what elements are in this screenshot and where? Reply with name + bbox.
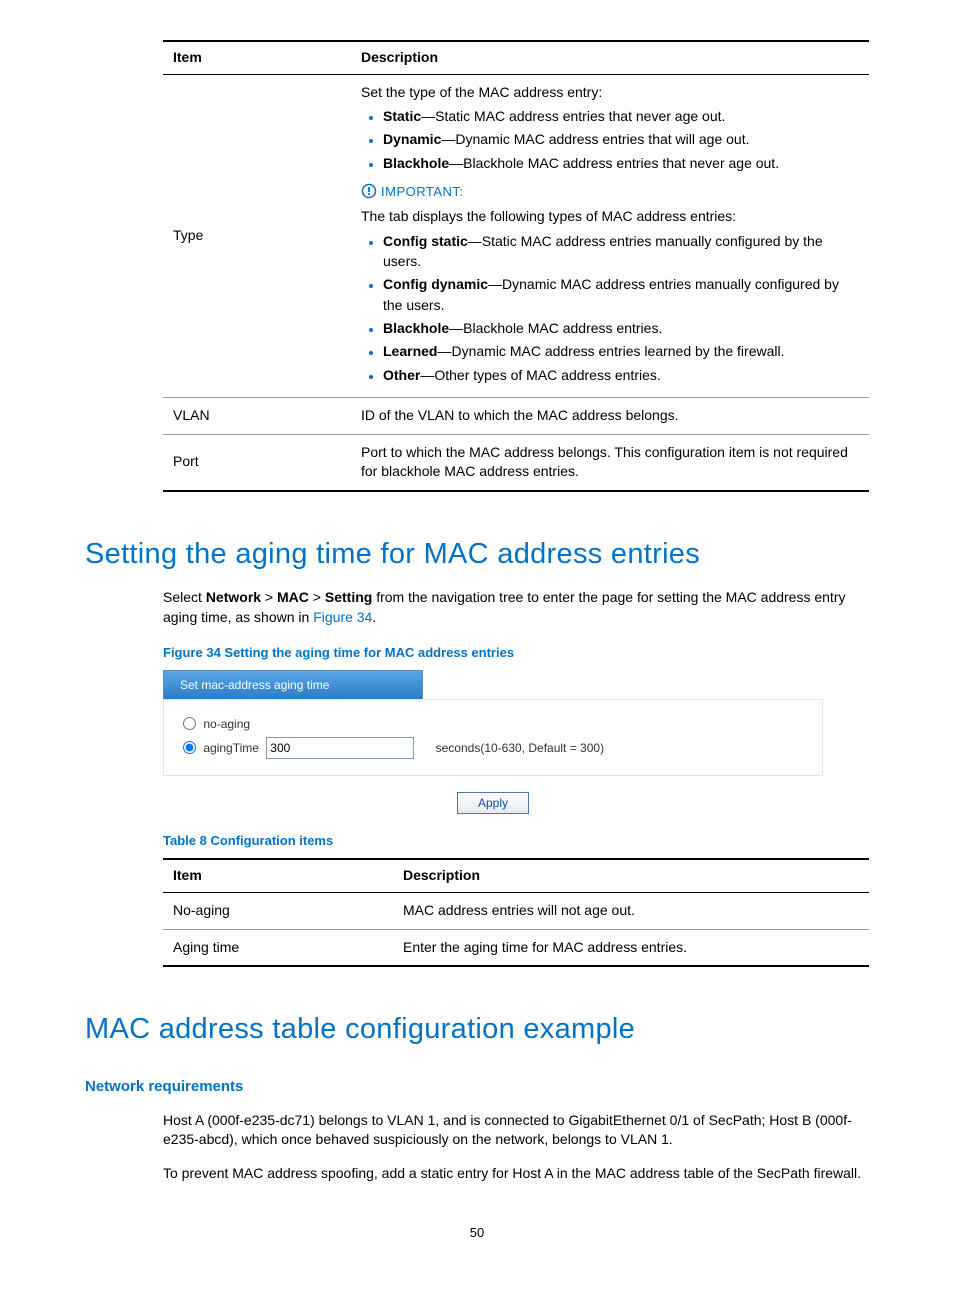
list-item: Blackhole—Blackhole MAC address entries. [383, 318, 859, 338]
aging-time-input[interactable] [266, 737, 414, 759]
table-caption: Table 8 Configuration items [163, 832, 869, 850]
list-item: Blackhole—Blackhole MAC address entries … [383, 153, 859, 173]
important-label: IMPORTANT: [381, 184, 464, 199]
radio-no-aging[interactable] [183, 717, 196, 730]
radio-no-aging-label: no-aging [203, 717, 250, 731]
apply-button[interactable]: Apply [457, 792, 529, 814]
table-row: Aging time Enter the aging time for MAC … [163, 929, 869, 966]
table-row-type: Type Set the type of the MAC address ent… [163, 74, 869, 397]
alert-icon [361, 184, 381, 199]
cell-vlan-item: VLAN [163, 397, 351, 434]
radio-aging-time-label: agingTime [203, 741, 259, 755]
page-number: 50 [85, 1224, 869, 1242]
table-row: No-aging MAC address entries will not ag… [163, 893, 869, 930]
list-item: Other—Other types of MAC address entries… [383, 365, 859, 385]
th-item: Item [163, 859, 393, 892]
figure-caption: Figure 34 Setting the aging time for MAC… [163, 644, 869, 662]
radio-aging-time[interactable] [183, 741, 196, 754]
figure-link[interactable]: Figure 34 [313, 609, 372, 625]
cell-port-desc: Port to which the MAC address belongs. T… [351, 434, 869, 491]
list-item: Static—Static MAC address entries that n… [383, 106, 859, 126]
type-list2: Config static—Static MAC address entries… [361, 231, 859, 385]
table-row-vlan: VLAN ID of the VLAN to which the MAC add… [163, 397, 869, 434]
aging-time-hint: seconds(10-630, Default = 300) [436, 741, 604, 755]
list-item: Config static—Static MAC address entries… [383, 231, 859, 272]
cell-port-item: Port [163, 434, 351, 491]
cell-type-item: Type [163, 74, 351, 397]
type-intro2: The tab displays the following types of … [361, 207, 859, 227]
cell-type-desc: Set the type of the MAC address entry: S… [351, 74, 869, 397]
type-list1: Static—Static MAC address entries that n… [361, 106, 859, 173]
figure-34: Set mac-address aging time no-aging agin… [163, 670, 823, 815]
list-item: Config dynamic—Dynamic MAC address entri… [383, 274, 859, 315]
paragraph-hosts: Host A (000f-e235-dc71) belongs to VLAN … [163, 1111, 869, 1150]
figure-tab-header: Set mac-address aging time [163, 670, 423, 700]
nav-paragraph: Select Network > MAC > Setting from the … [163, 588, 869, 627]
th-desc: Description [393, 859, 869, 892]
table-config-items: Item Description No-aging MAC address en… [163, 858, 869, 967]
radio-no-aging-row: no-aging [178, 714, 808, 733]
th-desc: Description [351, 41, 869, 74]
section-heading-aging: Setting the aging time for MAC address e… [85, 534, 869, 575]
section-heading-example: MAC address table configuration example [85, 1009, 869, 1050]
paragraph-spoofing: To prevent MAC address spoofing, add a s… [163, 1164, 869, 1184]
cell-vlan-desc: ID of the VLAN to which the MAC address … [351, 397, 869, 434]
type-intro: Set the type of the MAC address entry: [361, 83, 859, 103]
th-item: Item [163, 41, 351, 74]
list-item: Learned—Dynamic MAC address entries lear… [383, 341, 859, 361]
table-mac-items: Item Description Type Set the type of th… [163, 40, 869, 492]
subheading-network-req: Network requirements [85, 1076, 869, 1097]
list-item: Dynamic—Dynamic MAC address entries that… [383, 129, 859, 149]
radio-aging-time-row: agingTime seconds(10-630, Default = 300) [178, 737, 808, 759]
table-row-port: Port Port to which the MAC address belon… [163, 434, 869, 491]
important-callout: IMPORTANT: [361, 183, 859, 201]
